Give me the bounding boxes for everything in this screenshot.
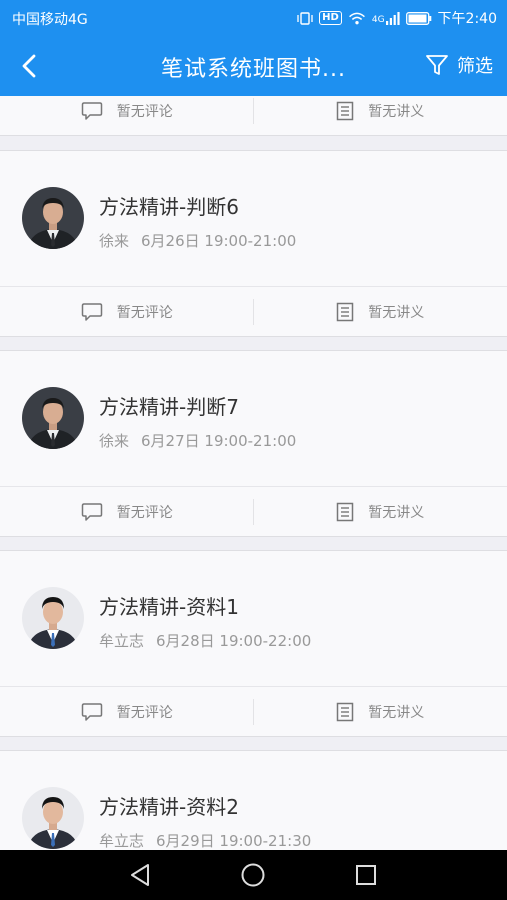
handouts-button[interactable]: 暂无讲义 (254, 287, 507, 336)
teacher-avatar (22, 587, 84, 649)
comment-icon (81, 302, 102, 321)
action-divider (253, 499, 254, 525)
action-divider (253, 98, 254, 124)
hd-badge: HD (319, 11, 342, 25)
teacher-name: 牟立志 (99, 632, 145, 650)
nav-recents-icon[interactable] (353, 862, 379, 888)
comments-button[interactable]: 暂无评论 (0, 687, 254, 736)
vibrate-icon (297, 11, 313, 25)
handouts-button[interactable]: 暂无讲义 (254, 96, 507, 135)
lesson-meta: 徐来 6月27日 19:00-21:00 (99, 430, 296, 451)
lesson-datetime: 6月29日 19:00-21:30 (156, 832, 312, 850)
filter-label: 筛选 (457, 56, 493, 77)
teacher-name: 牟立志 (99, 832, 145, 850)
back-arrow-icon[interactable] (14, 50, 46, 82)
signal-icon (385, 11, 400, 25)
handouts-label: 暂无讲义 (368, 704, 425, 721)
comments-label: 暂无评论 (116, 103, 173, 120)
handouts-button[interactable]: 暂无讲义 (254, 687, 507, 736)
comment-icon (81, 101, 102, 120)
page-title: 笔试系统班图书... (161, 57, 346, 82)
lesson-card-partial: 暂无评论 暂无讲义 (0, 96, 507, 136)
document-icon (337, 702, 354, 721)
nav-back-icon[interactable] (128, 862, 154, 888)
lesson-card[interactable]: 方法精讲-资料1 牟立志 6月28日 19:00-22:00 暂无评论 暂无讲义 (0, 550, 507, 737)
teacher-avatar (22, 187, 84, 249)
comments-label: 暂无评论 (116, 504, 173, 521)
lesson-card[interactable]: 方法精讲-判断7 徐来 6月27日 19:00-21:00 暂无评论 暂无讲义 (0, 350, 507, 537)
lesson-meta: 牟立志 6月29日 19:00-21:30 (99, 830, 311, 850)
lesson-card[interactable]: 方法精讲-资料2 牟立志 6月29日 19:00-21:30 (0, 750, 507, 850)
nav-home-icon[interactable] (240, 862, 266, 888)
comments-button[interactable]: 暂无评论 (0, 96, 254, 135)
lesson-title: 方法精讲-资料1 (99, 595, 239, 619)
status-bar: 中国移动4G HD 4G 下午2:40 (0, 0, 507, 36)
lesson-title: 方法精讲-判断6 (99, 195, 239, 219)
lesson-datetime: 6月26日 19:00-21:00 (141, 232, 297, 250)
filter-button[interactable]: 筛选 (425, 52, 493, 78)
lesson-title: 方法精讲-判断7 (99, 395, 239, 419)
comment-icon (81, 502, 102, 521)
clock-label: 下午2:40 (437, 11, 497, 27)
lesson-meta: 牟立志 6月28日 19:00-22:00 (99, 630, 311, 651)
lesson-meta: 徐来 6月26日 19:00-21:00 (99, 230, 296, 251)
teacher-name: 徐来 (99, 232, 130, 250)
wifi-icon (348, 12, 365, 24)
document-icon (337, 302, 354, 321)
comment-icon (81, 702, 102, 721)
comments-label: 暂无评论 (116, 304, 173, 321)
filter-icon (426, 55, 448, 75)
handouts-label: 暂无讲义 (368, 304, 425, 321)
teacher-avatar (22, 387, 84, 449)
teacher-avatar (22, 787, 84, 849)
carrier-label: 中国移动4G (12, 12, 88, 28)
handouts-label: 暂无讲义 (368, 504, 425, 521)
lesson-datetime: 6月27日 19:00-21:00 (141, 432, 297, 450)
system-nav-bar (0, 850, 507, 900)
lesson-list: 暂无评论 暂无讲义 方法精讲-判断6 徐来 6月26日 19:00-21:00 暂… (0, 96, 507, 850)
status-icons: HD 4G 下午2:40 (297, 8, 497, 28)
document-icon (337, 101, 354, 120)
action-divider (253, 699, 254, 725)
battery-icon (405, 11, 431, 25)
comments-label: 暂无评论 (116, 704, 173, 721)
comments-button[interactable]: 暂无评论 (0, 287, 254, 336)
lesson-datetime: 6月28日 19:00-22:00 (156, 632, 312, 650)
lesson-card[interactable]: 方法精讲-判断6 徐来 6月26日 19:00-21:00 暂无评论 暂无讲义 (0, 150, 507, 337)
teacher-name: 徐来 (99, 432, 130, 450)
action-divider (253, 299, 254, 325)
handouts-label: 暂无讲义 (368, 103, 425, 120)
comments-button[interactable]: 暂无评论 (0, 487, 254, 536)
document-icon (337, 502, 354, 521)
handouts-button[interactable]: 暂无讲义 (254, 487, 507, 536)
network-type-label: 4G (371, 14, 385, 25)
nav-bar: 笔试系统班图书... 筛选 (0, 36, 507, 96)
lesson-title: 方法精讲-资料2 (99, 795, 239, 819)
